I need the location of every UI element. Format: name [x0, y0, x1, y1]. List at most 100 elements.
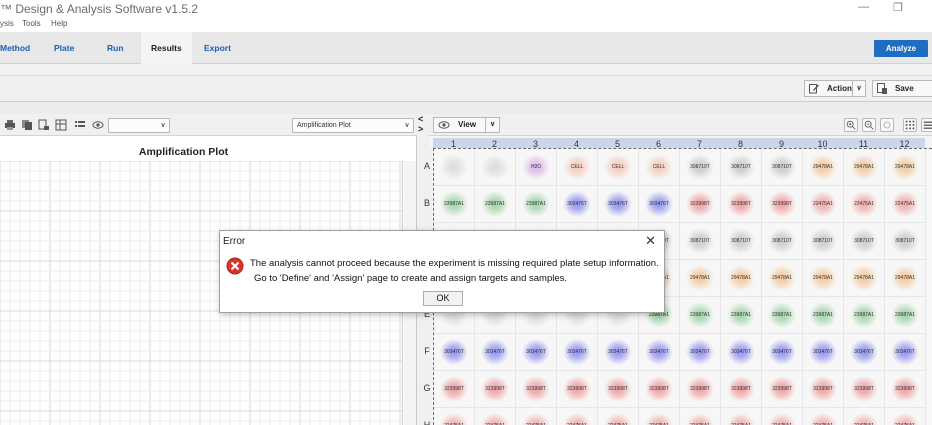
plate-well[interactable]: 29478A1	[885, 149, 926, 186]
plate-well[interactable]: 303476T	[762, 334, 803, 371]
plate-well[interactable]	[475, 149, 516, 186]
zoom-in-icon[interactable]	[844, 118, 858, 132]
zoom-out-icon[interactable]	[862, 118, 876, 132]
plate-well[interactable]: 22475A1	[844, 408, 885, 425]
plot-type-select[interactable]: Amplification Plot ∨	[292, 118, 414, 133]
minimize-button[interactable]: —	[858, 1, 869, 13]
plate-well[interactable]: 323998T	[844, 371, 885, 408]
plate-well[interactable]: 323998T	[803, 371, 844, 408]
plate-well[interactable]: 303476T	[721, 334, 762, 371]
row-header[interactable]: A	[422, 148, 432, 185]
export-image-icon[interactable]	[38, 119, 50, 131]
plate-well[interactable]: 308710T	[844, 223, 885, 260]
close-icon[interactable]: ✕	[645, 233, 656, 249]
plate-well[interactable]: 303476T	[639, 186, 680, 223]
plate-well[interactable]: 303476T	[557, 334, 598, 371]
plate-well[interactable]: 23987A1	[803, 297, 844, 334]
plate-well[interactable]: 29478A1	[844, 260, 885, 297]
plate-well[interactable]: 22475A1	[475, 408, 516, 425]
plate-well[interactable]: 303476T	[844, 334, 885, 371]
row-header[interactable]: G	[422, 370, 432, 407]
plate-well[interactable]: 323998T	[475, 371, 516, 408]
tab-run[interactable]: Run	[97, 32, 134, 64]
plate-well[interactable]: 308710T	[680, 223, 721, 260]
plate-well[interactable]: 23987A1	[885, 297, 926, 334]
plate-well[interactable]: CELL	[639, 149, 680, 186]
plate-well[interactable]: 22475A1	[885, 186, 926, 223]
plate-well[interactable]: 22475A1	[598, 408, 639, 425]
plate-well[interactable]: 303476T	[557, 186, 598, 223]
plate-well[interactable]: 308710T	[680, 149, 721, 186]
view-button[interactable]: View ∨	[433, 117, 500, 133]
plate-well[interactable]: 29478A1	[762, 260, 803, 297]
list-icon[interactable]	[74, 119, 86, 131]
tab-export[interactable]: Export	[194, 32, 241, 64]
plate-well[interactable]: 23987A1	[844, 297, 885, 334]
analyze-button[interactable]: Analyze	[874, 40, 928, 57]
table-icon[interactable]	[55, 119, 67, 131]
plate-well[interactable]: 29478A1	[803, 149, 844, 186]
row-header[interactable]: H	[422, 407, 432, 425]
plate-well[interactable]: 29478A1	[721, 260, 762, 297]
ok-button[interactable]: OK	[423, 291, 463, 306]
menu-analysis[interactable]: ysis	[0, 19, 14, 28]
plate-well[interactable]: 323998T	[721, 186, 762, 223]
plate-well[interactable]: 308710T	[721, 149, 762, 186]
plate-well[interactable]: 22475A1	[803, 186, 844, 223]
plate-well[interactable]: 323998T	[721, 371, 762, 408]
plate-well[interactable]: 303476T	[516, 334, 557, 371]
plate-well[interactable]: 23987A1	[721, 297, 762, 334]
eye-icon[interactable]	[92, 119, 104, 131]
plate-well[interactable]: 22475A1	[885, 408, 926, 425]
plate-well[interactable]: 323998T	[680, 371, 721, 408]
plate-well[interactable]: 23987A1	[475, 186, 516, 223]
plate-well[interactable]: 323998T	[434, 371, 475, 408]
action-button[interactable]: Action ∨	[804, 80, 866, 97]
plate-well[interactable]: 22475A1	[639, 408, 680, 425]
plate-well[interactable]: 323998T	[762, 371, 803, 408]
plate-well[interactable]: 303476T	[598, 186, 639, 223]
grid-view-icon[interactable]	[903, 118, 917, 132]
plate-well[interactable]: CELL	[598, 149, 639, 186]
plate-well[interactable]: 303476T	[803, 334, 844, 371]
plate-well[interactable]: 29478A1	[680, 260, 721, 297]
plate-well[interactable]: 308710T	[803, 223, 844, 260]
plate-well[interactable]: 29478A1	[885, 260, 926, 297]
row-header[interactable]: F	[422, 333, 432, 370]
plate-well[interactable]: 22475A1	[803, 408, 844, 425]
plate-well[interactable]: 23987A1	[680, 297, 721, 334]
plate-well[interactable]: 23987A1	[434, 186, 475, 223]
plot-option-select[interactable]: ∨	[108, 118, 170, 133]
menu-help[interactable]: Help	[51, 19, 67, 28]
plate-well[interactable]: 303476T	[885, 334, 926, 371]
menu-tools[interactable]: Tools	[22, 19, 41, 28]
plate-well[interactable]: H2O	[516, 149, 557, 186]
save-button[interactable]: Save	[872, 80, 932, 97]
plate-well[interactable]: 22475A1	[721, 408, 762, 425]
plate-well[interactable]: 22475A1	[557, 408, 598, 425]
plate-well[interactable]: 22475A1	[844, 186, 885, 223]
plate-well[interactable]: CELL	[557, 149, 598, 186]
plate-well[interactable]: 308710T	[885, 223, 926, 260]
tab-results[interactable]: Results	[141, 32, 192, 64]
plate-well[interactable]: 22475A1	[516, 408, 557, 425]
plate-well[interactable]: 323998T	[762, 186, 803, 223]
plate-well[interactable]: 22475A1	[680, 408, 721, 425]
plate-well[interactable]: 303476T	[475, 334, 516, 371]
chevron-down-icon[interactable]: ∨	[852, 81, 865, 96]
tab-method[interactable]: Method	[0, 32, 40, 64]
plate-well[interactable]: 22475A1	[762, 408, 803, 425]
plate-well[interactable]: 308710T	[721, 223, 762, 260]
plate-well[interactable]: 23987A1	[762, 297, 803, 334]
plate-well[interactable]: 23987A1	[516, 186, 557, 223]
reset-zoom-icon[interactable]	[880, 118, 894, 132]
plate-well[interactable]: 323998T	[598, 371, 639, 408]
collapse-left-icon[interactable]: <	[418, 114, 423, 124]
plate-well[interactable]: 323998T	[639, 371, 680, 408]
print-icon[interactable]	[4, 119, 16, 131]
plate-well[interactable]: 22475A1	[434, 408, 475, 425]
restore-button[interactable]: ❐	[893, 1, 903, 14]
plate-well[interactable]: 303476T	[434, 334, 475, 371]
plate-well[interactable]: 308710T	[762, 223, 803, 260]
plate-well[interactable]: 323998T	[557, 371, 598, 408]
